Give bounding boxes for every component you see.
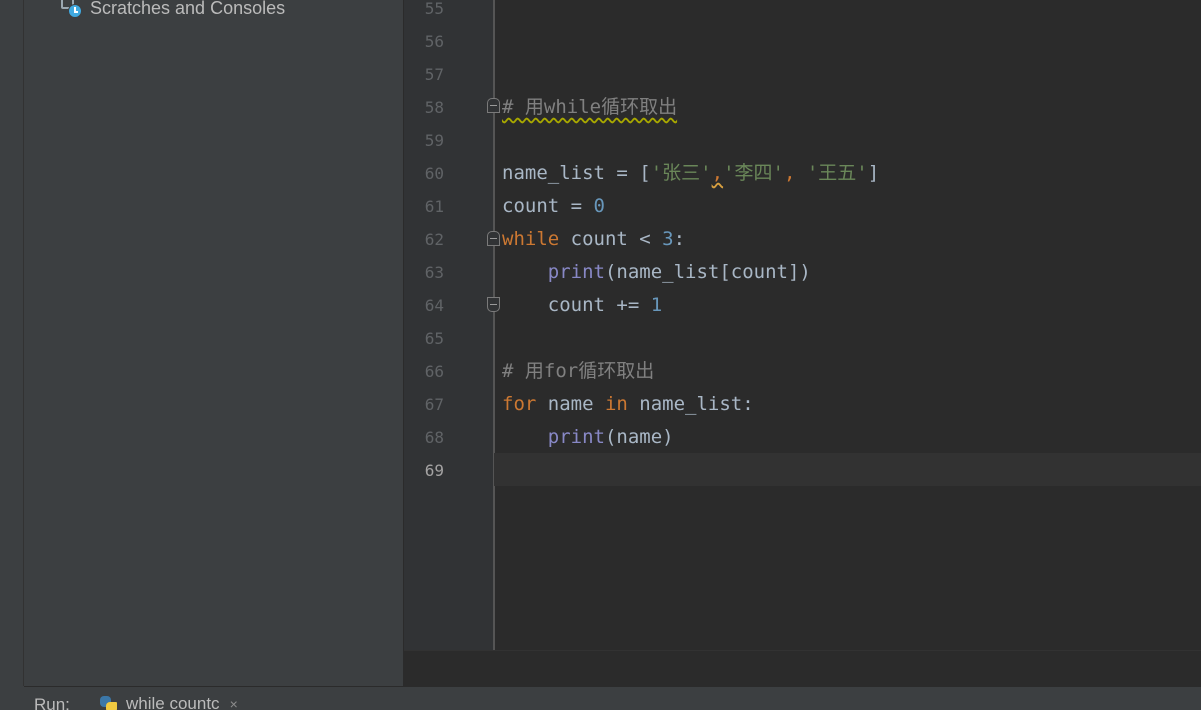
tree-item-scratches[interactable]: Scratches and Consoles <box>60 0 285 20</box>
line-number: 66 <box>424 362 444 381</box>
code-area[interactable]: # 用while循环取出 name_list = ['张三','李四', '王五… <box>494 0 1201 650</box>
line-number: 55 <box>424 0 444 18</box>
python-icon <box>98 694 118 710</box>
colon: : <box>673 228 686 250</box>
line-number: 56 <box>424 32 444 51</box>
code-line-62: while count < 3: <box>502 223 685 256</box>
line-number: 64 <box>424 296 444 315</box>
string-literal: '李四' <box>723 162 784 184</box>
number-literal: 1 <box>650 294 663 316</box>
run-tool-window-header: Run: while countc × <box>24 686 1201 710</box>
close-icon[interactable]: × <box>230 696 238 710</box>
arguments: (name_list[count]) <box>604 261 811 283</box>
code-line-66: # 用for循环取出 <box>502 355 654 388</box>
comma-warning: , <box>711 162 724 184</box>
current-line-highlight <box>494 453 1201 486</box>
string-literal: '张三' <box>650 162 712 184</box>
bottom-left-corner <box>0 686 24 710</box>
left-tool-strip <box>0 0 24 686</box>
code-line-61: count = 0 <box>502 190 605 223</box>
line-number: 60 <box>424 164 444 183</box>
tree-item-label: Scratches and Consoles <box>90 0 286 18</box>
line-number-current: 69 <box>424 461 444 480</box>
comment: # 用for循环取出 <box>502 360 655 382</box>
keyword: in <box>604 393 628 415</box>
arguments: (name) <box>604 426 674 448</box>
line-number: 59 <box>424 131 444 150</box>
line-number: 63 <box>424 263 444 282</box>
scratches-clock-icon <box>60 0 84 20</box>
code-line-58: # 用while循环取出 <box>502 91 677 124</box>
line-number: 65 <box>424 329 444 348</box>
bracket: ] <box>867 162 880 184</box>
run-tab[interactable]: while countc × <box>98 693 238 710</box>
identifier: name <box>536 393 605 415</box>
identifier: name_list <box>502 162 605 184</box>
builtin-function: print <box>547 426 605 448</box>
line-number: 61 <box>424 197 444 216</box>
operator: = <box>559 195 594 217</box>
code-line-60: name_list = ['张三','李四', '王五'] <box>502 157 879 190</box>
number-literal: 3 <box>662 228 674 250</box>
line-number: 62 <box>424 230 444 249</box>
code-editor[interactable]: 55 56 57 58 59 60 61 62 63 64 65 66 67 6… <box>404 0 1201 650</box>
line-number: 57 <box>424 65 444 84</box>
statement: count += <box>547 294 651 316</box>
keyword: for <box>502 393 537 415</box>
number-literal: 0 <box>593 195 605 217</box>
code-line-64: count += 1 <box>502 289 662 322</box>
builtin-function: print <box>547 261 605 283</box>
run-label: Run: <box>34 695 70 710</box>
identifier: count <box>502 195 560 217</box>
code-line-67: for name in name_list: <box>502 388 754 421</box>
string-literal: '王五' <box>806 162 868 184</box>
expression: count < <box>559 228 663 250</box>
identifier: name_list: <box>627 393 754 415</box>
run-tab-label: while countc <box>126 694 220 710</box>
comma: , <box>783 162 807 184</box>
project-panel: Scratches and Consoles <box>24 0 404 686</box>
operator: = [ <box>604 162 651 184</box>
code-line-68: print(name) <box>502 421 674 454</box>
keyword: while <box>502 228 560 250</box>
line-number: 67 <box>424 395 444 414</box>
comment: # 用while循环取出 <box>502 96 678 118</box>
line-number: 68 <box>424 428 444 447</box>
editor-horizontal-scroll-area[interactable] <box>404 650 1201 686</box>
code-line-63: print(name_list[count]) <box>502 256 811 289</box>
line-number: 58 <box>424 98 444 117</box>
